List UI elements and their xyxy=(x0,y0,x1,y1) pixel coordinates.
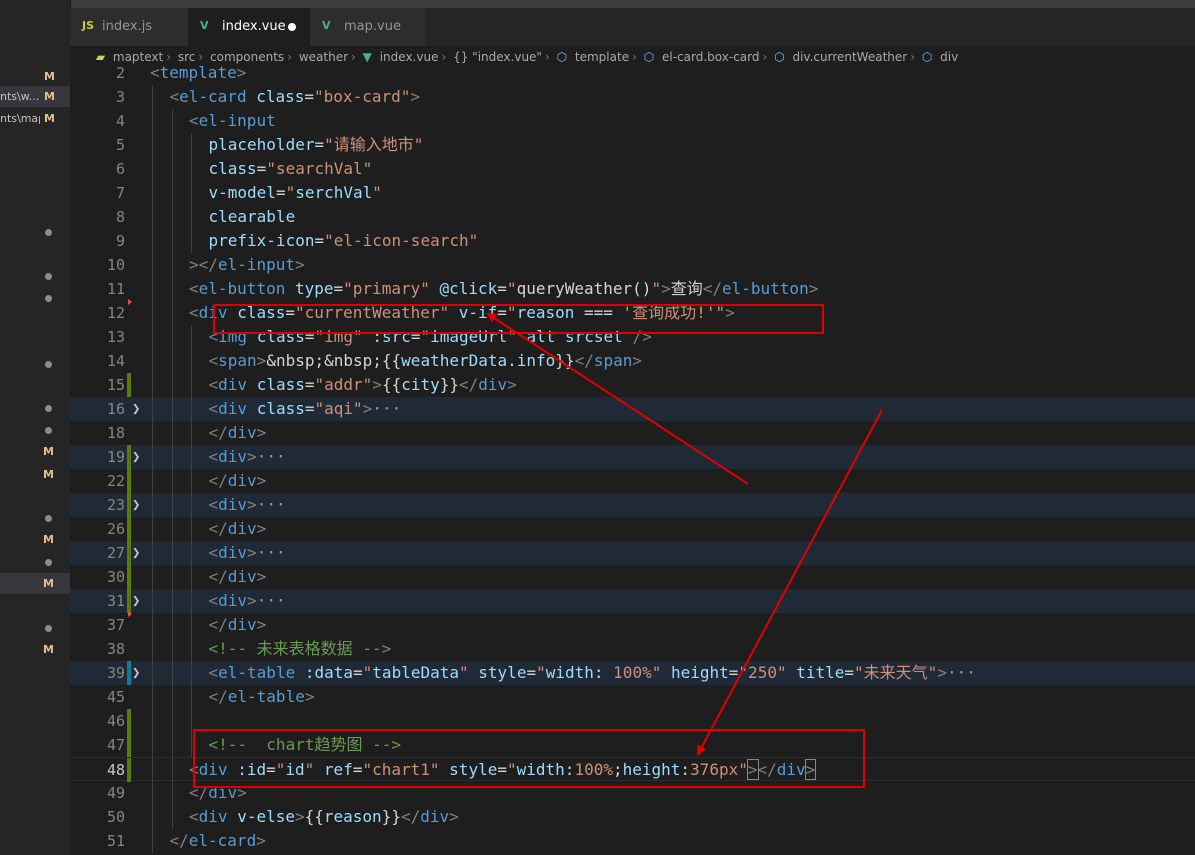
arrow-to-chart-div xyxy=(697,409,883,756)
annotation-arrows xyxy=(486,312,883,756)
arrow-to-vif xyxy=(486,312,749,485)
